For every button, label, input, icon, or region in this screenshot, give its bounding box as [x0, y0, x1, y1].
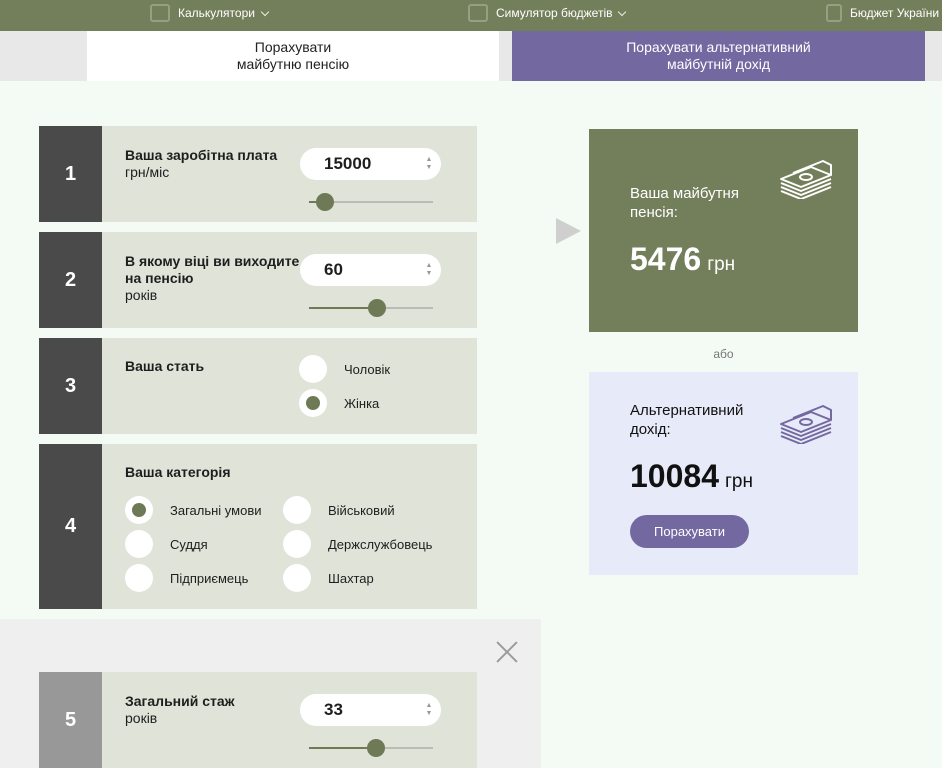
- experience-slider[interactable]: [309, 739, 433, 757]
- nav-budget-ukraine[interactable]: Бюджет України: [826, 0, 939, 26]
- salary-value: 15000: [324, 154, 372, 173]
- category-radio-judge[interactable]: [125, 530, 153, 558]
- step-experience-label: Загальний стаж років: [125, 693, 235, 727]
- salary-slider-thumb[interactable]: [316, 193, 335, 211]
- category-label-military: Військовий: [328, 503, 395, 518]
- gender-label-male: Чоловік: [344, 362, 391, 377]
- step-gender-label: Ваша стать: [125, 358, 204, 375]
- pension-currency: грн: [707, 254, 736, 275]
- stepper-icon[interactable]: ▲ ▼: [425, 702, 433, 718]
- category-label-entrepreneur: Підприємець: [170, 571, 249, 586]
- gender-radio-female[interactable]: [299, 389, 327, 417]
- money-stack-icon: [780, 405, 832, 444]
- pension-result-panel: Ваша майбутня пенсія: 5476 грн: [589, 129, 858, 332]
- experience-title: Загальний стаж: [125, 693, 235, 709]
- tab-strip: Порахувати майбутню пенсію Порахувати ал…: [0, 31, 942, 81]
- alt-income-caption: Альтернативний дохід:: [630, 401, 743, 439]
- top-nav: Калькулятори Симулятор бюджетів Бюджет У…: [0, 0, 942, 31]
- close-icon[interactable]: [496, 641, 518, 663]
- alternative-income-panel: Альтернативний дохід: 10084 грн Порахуват…: [589, 372, 858, 575]
- nav-calculators[interactable]: Калькулятори: [150, 0, 270, 26]
- alt-income-caption-line2: дохід:: [630, 421, 671, 438]
- gender-title: Ваша стать: [125, 358, 205, 374]
- retire-age-title-line2: на пенсію: [125, 270, 194, 286]
- nav-calculators-label: Калькулятори: [178, 6, 255, 20]
- tab-alternative-income-line1: Порахувати альтернативний: [626, 39, 811, 55]
- alt-income-amount-row: 10084 грн: [630, 458, 753, 495]
- category-radio-civil-servant[interactable]: [283, 530, 311, 558]
- step-number: 1: [39, 126, 102, 222]
- gender-radio-male[interactable]: [299, 355, 327, 383]
- nav-budget-simulator[interactable]: Симулятор бюджетів: [468, 0, 627, 26]
- chevron-down-icon: [260, 7, 270, 16]
- step-retire-age-card: 2 В якому віці ви виходите на пенсію рок…: [39, 232, 477, 328]
- step-category-label: Ваша категорія: [125, 464, 231, 481]
- play-arrow-icon: [556, 218, 581, 244]
- retire-age-title-line1: В якому віці ви виходите: [125, 253, 300, 269]
- step-number: 3: [39, 338, 102, 434]
- category-radio-military[interactable]: [283, 496, 311, 524]
- category-label-miner: Шахтар: [328, 571, 374, 586]
- gender-label-female: Жінка: [344, 396, 380, 411]
- step-experience-card: 5 Загальний стаж років 33 ▲ ▼: [39, 672, 477, 768]
- step-gender-card: 3 Ваша стать Чоловік Жінка: [39, 338, 477, 434]
- tab-alternative-income-line2: майбутній дохід: [667, 56, 770, 72]
- budget-icon: [826, 4, 842, 22]
- experience-input[interactable]: 33 ▲ ▼: [300, 694, 441, 726]
- category-label-civil-servant: Держслужбовець: [328, 537, 433, 552]
- salary-unit: грн/міс: [125, 164, 170, 180]
- step-number: 4: [39, 444, 102, 609]
- alt-income-currency: грн: [724, 471, 753, 492]
- tab-future-pension[interactable]: Порахувати майбутню пенсію: [87, 31, 499, 81]
- money-stack-icon: [780, 160, 832, 199]
- category-title: Ваша категорія: [125, 464, 231, 480]
- stepper-icon[interactable]: ▲ ▼: [425, 262, 433, 278]
- step-number: 2: [39, 232, 102, 328]
- alt-income-caption-line1: Альтернативний: [630, 402, 744, 419]
- simulator-icon: [468, 4, 488, 22]
- retire-age-slider-thumb[interactable]: [368, 299, 387, 317]
- step-salary-card: 1 Ваша заробітна плата грн/міс 15000 ▲ ▼: [39, 126, 477, 222]
- nav-budget-ukraine-label: Бюджет України: [850, 6, 940, 20]
- retire-age-slider-fill: [309, 307, 378, 309]
- category-radio-miner[interactable]: [283, 564, 311, 592]
- calculate-button[interactable]: Порахувати: [630, 515, 749, 548]
- tab-future-pension-line2: майбутню пенсію: [236, 56, 350, 72]
- or-separator: або: [713, 347, 734, 361]
- tab-future-pension-line1: Порахувати: [254, 39, 332, 55]
- category-label-general: Загальні умови: [170, 503, 262, 518]
- stepper-icon[interactable]: ▲ ▼: [425, 156, 433, 172]
- salary-input[interactable]: 15000 ▲ ▼: [300, 148, 441, 180]
- experience-slider-fill: [309, 747, 376, 749]
- category-radio-entrepreneur[interactable]: [125, 564, 153, 592]
- tab-alternative-income[interactable]: Порахувати альтернативний майбутній дохі…: [512, 31, 925, 81]
- category-label-judge: Суддя: [170, 537, 208, 552]
- nav-budget-simulator-label: Симулятор бюджетів: [496, 6, 613, 20]
- experience-slider-thumb[interactable]: [366, 739, 385, 757]
- step-category-card: 4 Ваша категорія Загальні умови Військов…: [39, 444, 477, 609]
- alt-income-amount: 10084: [630, 458, 719, 494]
- salary-title: Ваша заробітна плата: [125, 147, 278, 163]
- retire-age-value: 60: [324, 260, 343, 279]
- pension-caption: Ваша майбутня пенсія:: [630, 184, 739, 222]
- calculator-icon: [150, 4, 170, 22]
- step-retire-age-label: В якому віці ви виходите на пенсію років: [125, 253, 299, 304]
- pension-caption-line1: Ваша майбутня: [630, 185, 739, 202]
- category-radio-general[interactable]: [125, 496, 153, 524]
- experience-unit: років: [125, 710, 158, 726]
- retire-age-slider[interactable]: [309, 299, 433, 317]
- retire-age-input[interactable]: 60 ▲ ▼: [300, 254, 441, 286]
- step-salary-label: Ваша заробітна плата грн/міс: [125, 147, 277, 181]
- pension-caption-line2: пенсія:: [630, 204, 678, 221]
- pension-amount-row: 5476 грн: [630, 241, 735, 278]
- pension-amount: 5476: [630, 241, 702, 277]
- retire-age-unit: років: [125, 287, 158, 303]
- chevron-down-icon: [618, 7, 627, 16]
- step-number: 5: [39, 672, 102, 768]
- salary-slider[interactable]: [309, 193, 433, 211]
- experience-value: 33: [324, 700, 343, 719]
